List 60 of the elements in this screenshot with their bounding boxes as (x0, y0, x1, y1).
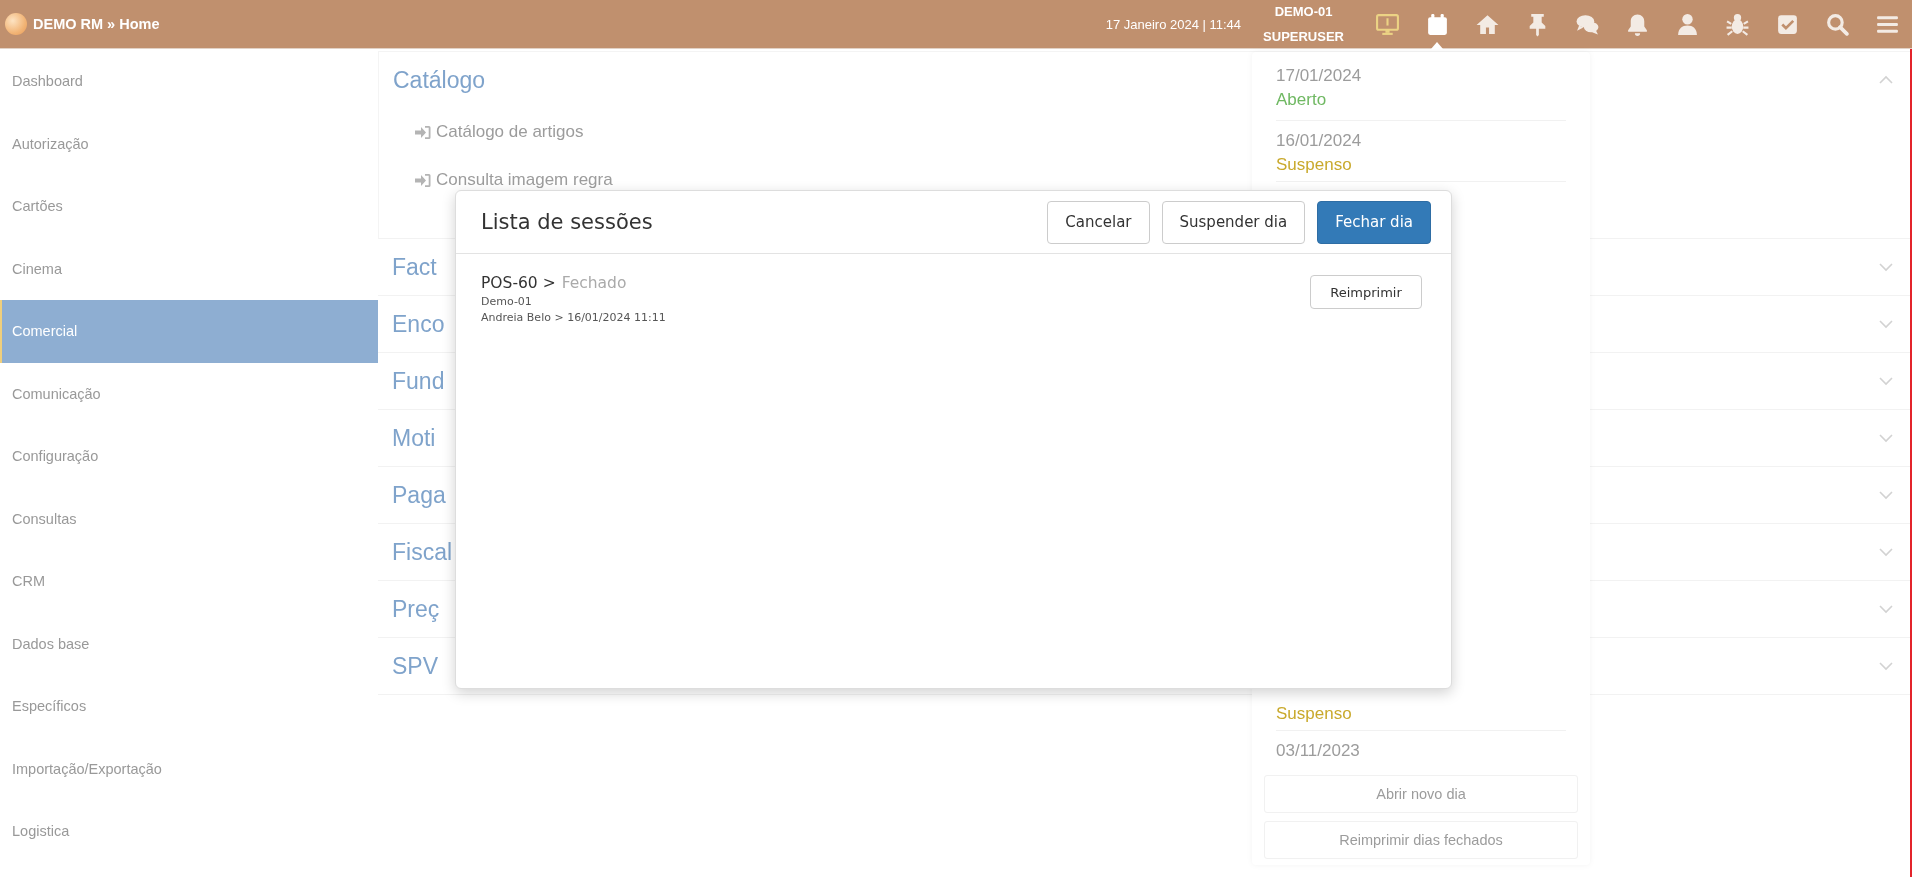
day-status: Suspenso (1276, 155, 1353, 175)
section-title[interactable]: Fact (392, 253, 437, 281)
sidebar-item[interactable]: Comercial (0, 300, 378, 363)
session-name: POS-60 > (481, 274, 556, 292)
day-date[interactable]: 16/01/2024 (1276, 131, 1566, 151)
day-date[interactable]: 17/01/2024 (1276, 66, 1566, 86)
sidebar-item[interactable]: CRM (0, 550, 378, 613)
section-title[interactable]: Fund (392, 367, 445, 395)
section-title[interactable]: SPV (392, 652, 439, 680)
section-title[interactable]: Fiscal (392, 538, 453, 566)
chevron-down-icon[interactable] (1878, 432, 1894, 444)
chevron-down-icon[interactable] (1878, 375, 1894, 387)
date-time: 17 Janeiro 2024 | 11:44 (1105, 16, 1242, 32)
reprint-button[interactable]: Reimprimir (1310, 275, 1422, 309)
sidebar-item[interactable]: Autorização (0, 112, 378, 175)
terminal-name: DEMO-01 (1274, 4, 1333, 19)
session-details: Andreia Belo > 16/01/2024 11:11 (481, 311, 666, 324)
sign-in-icon (415, 124, 431, 140)
session-state: Fechado (561, 274, 627, 292)
day-status: Aberto (1276, 90, 1328, 110)
chevron-down-icon[interactable] (1878, 603, 1894, 615)
panel-button[interactable]: Abrir novo dia (1264, 775, 1578, 813)
sidebar-item[interactable]: Cartões (0, 175, 378, 238)
section-title[interactable]: Preç (392, 595, 440, 623)
sidebar-item[interactable]: Logistica (0, 800, 378, 863)
section-title[interactable]: Moti (392, 424, 436, 452)
chevron-down-icon[interactable] (1878, 318, 1894, 330)
sidebar-item[interactable]: Dados base (0, 612, 378, 675)
chevron-up-icon[interactable] (1878, 74, 1894, 86)
section-title[interactable]: Catálogo (393, 66, 486, 94)
menu-link[interactable]: Consulta imagem regra (415, 156, 613, 204)
modal-title: Lista de sessões (481, 210, 654, 234)
sidebar-item[interactable]: Configuração (0, 425, 378, 488)
monitor-icon[interactable] (1374, 11, 1400, 37)
chevron-down-icon[interactable] (1878, 660, 1894, 672)
day-date[interactable]: 03/11/2023 (1276, 741, 1566, 761)
sidebar-item[interactable]: Cinema (0, 237, 378, 300)
section-title[interactable]: Enco (392, 310, 445, 338)
panel-button[interactable]: Reimprimir dias fechados (1264, 821, 1578, 859)
bug-icon[interactable] (1724, 11, 1750, 37)
sidebar-item[interactable]: Dashboard (0, 50, 378, 113)
sign-in-icon (415, 172, 431, 188)
day-status: Suspenso (1276, 704, 1353, 724)
chevron-down-icon[interactable] (1878, 546, 1894, 558)
session-terminal: Demo-01 (481, 295, 533, 308)
sidebar-item[interactable]: Consultas (0, 487, 378, 550)
primary-button[interactable]: Fechar dia (1317, 200, 1431, 244)
search-icon[interactable] (1824, 11, 1850, 37)
user-name: SUPERUSER (1263, 29, 1344, 44)
chevron-down-icon[interactable] (1878, 261, 1894, 273)
modal-button[interactable]: Cancelar (1047, 200, 1150, 244)
menu-link[interactable]: Catálogo de artigos (415, 108, 584, 156)
section-title[interactable]: Paga (392, 481, 446, 509)
logo-icon (5, 13, 27, 35)
modal-button[interactable]: Suspender dia (1161, 200, 1306, 244)
sidebar-item[interactable]: Específicos (0, 675, 378, 738)
sidebar-item[interactable]: Importação/Exportação (0, 737, 378, 800)
chevron-down-icon[interactable] (1878, 489, 1894, 501)
sidebar-item[interactable]: Comunicação (0, 362, 378, 425)
breadcrumb: DEMO RM » Home (33, 16, 160, 32)
